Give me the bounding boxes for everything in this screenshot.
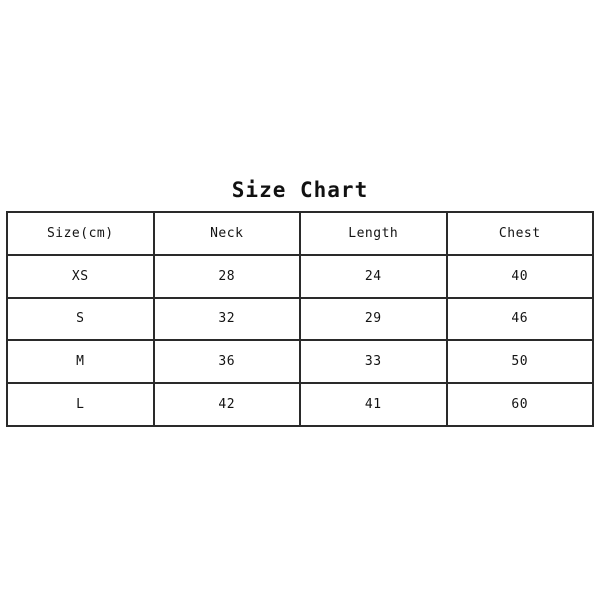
page-title: Size Chart (231, 178, 369, 202)
table-header: Size(cm) Neck Length Chest (6, 211, 594, 256)
table-row: M 36 33 50 (6, 339, 594, 385)
column-header-neck: Neck (152, 211, 301, 256)
cell-neck: 36 (152, 339, 301, 385)
size-chart-table: Size(cm) Neck Length Chest XS 28 24 40 S… (6, 211, 594, 427)
cell-size: M (6, 339, 155, 385)
cell-length: 41 (299, 382, 448, 427)
cell-size: L (6, 382, 155, 427)
cell-neck: 32 (152, 296, 301, 342)
cell-chest: 46 (445, 296, 594, 342)
cell-neck: 28 (152, 253, 301, 299)
table-body: XS 28 24 40 S 32 29 46 M 36 33 50 L 42 4… (6, 253, 594, 427)
table-row: XS 28 24 40 (6, 253, 594, 299)
cell-chest: 60 (445, 382, 594, 427)
cell-size: XS (6, 253, 155, 299)
cell-length: 29 (299, 296, 448, 342)
cell-length: 24 (299, 253, 448, 299)
size-chart-page: Size Chart Size(cm) Neck Length Chest XS… (0, 0, 600, 600)
cell-neck: 42 (152, 382, 301, 427)
column-header-length: Length (299, 211, 448, 256)
cell-chest: 40 (445, 253, 594, 299)
table-row: S 32 29 46 (6, 296, 594, 342)
cell-length: 33 (299, 339, 448, 385)
size-chart-table-container: Size(cm) Neck Length Chest XS 28 24 40 S… (6, 211, 594, 427)
table-row: L 42 41 60 (6, 382, 594, 427)
cell-size: S (6, 296, 155, 342)
cell-chest: 50 (445, 339, 594, 385)
table-header-row: Size(cm) Neck Length Chest (6, 211, 594, 256)
column-header-size: Size(cm) (6, 211, 155, 256)
column-header-chest: Chest (445, 211, 594, 256)
